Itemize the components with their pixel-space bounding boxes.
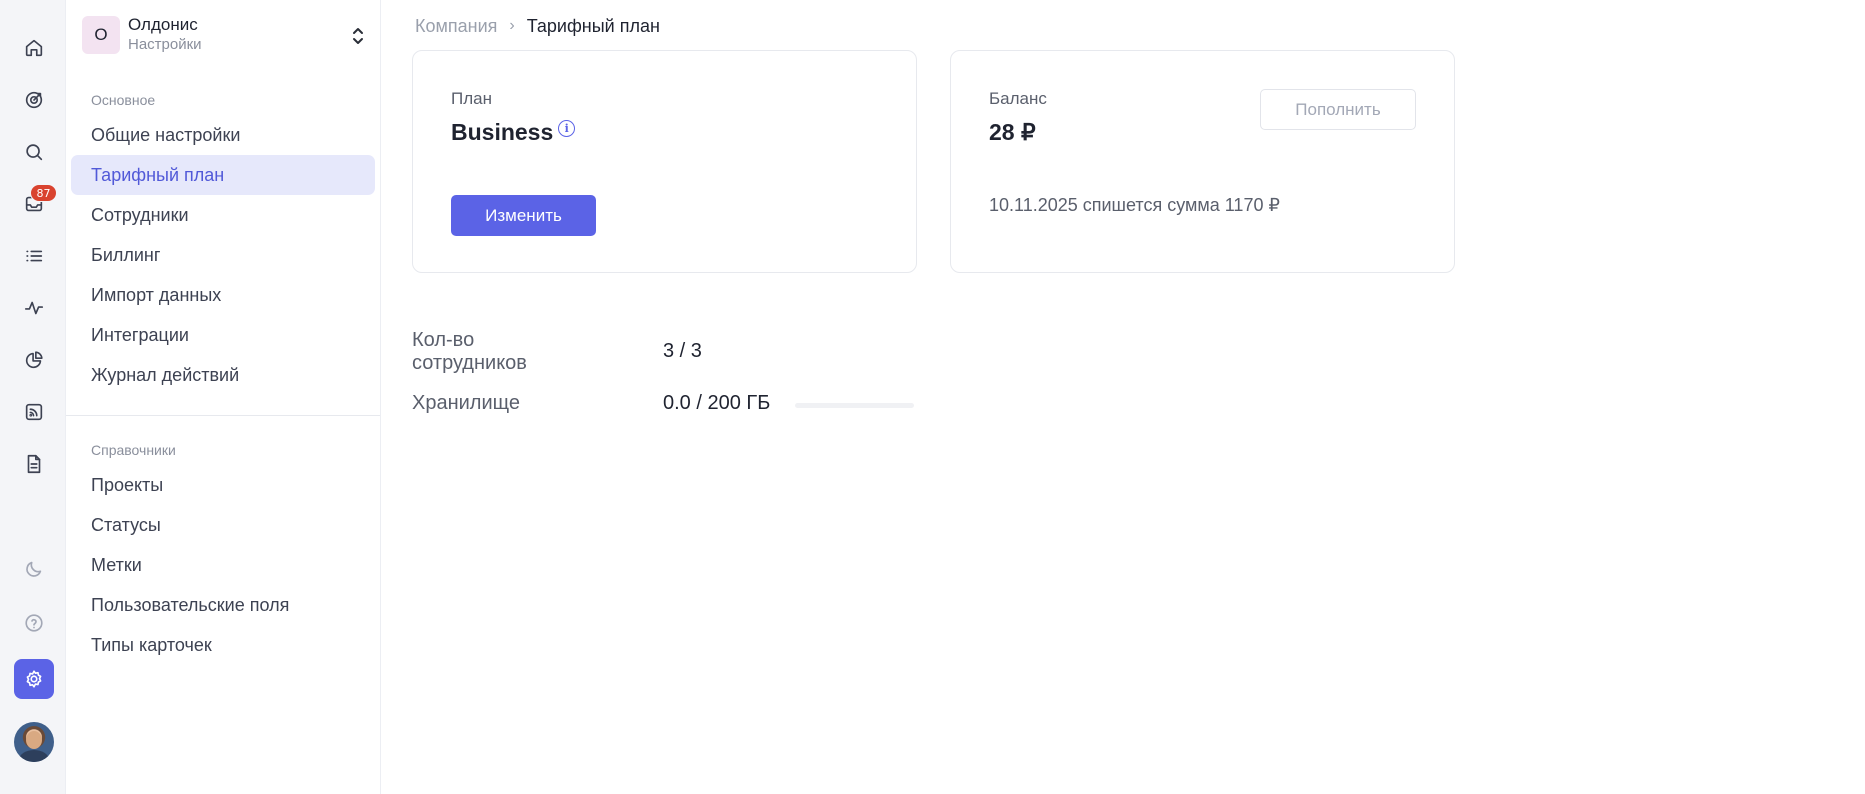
list-icon[interactable] (14, 236, 54, 276)
chevron-right-icon: › (509, 17, 515, 34)
sidebar-item-projects[interactable]: Проекты (71, 465, 375, 505)
storage-progress-bar (795, 403, 914, 408)
moon-icon[interactable] (14, 549, 54, 589)
next-charge-note: 10.11.2025 спишется сумма 1170 ₽ (989, 195, 1280, 215)
chevron-up-down-icon (350, 24, 366, 48)
settings-sidebar: О Олдонис Настройки Основное Общие настр… (66, 0, 381, 794)
sidebar-item-tags[interactable]: Метки (71, 545, 375, 585)
org-name: Олдонис (128, 15, 198, 34)
change-plan-button[interactable]: Изменить (451, 195, 596, 236)
balance-value: 28 ₽ (989, 119, 1036, 145)
inbox-count-badge: 87 (30, 184, 57, 202)
sidebar-item-audit-log[interactable]: Журнал действий (71, 355, 375, 395)
top-up-button[interactable]: Пополнить (1260, 89, 1416, 130)
plan-value-row: Business i (451, 119, 576, 146)
breadcrumb-current: Тарифный план (526, 15, 660, 36)
section-title-references: Справочники (91, 442, 176, 458)
sidebar-item-card-types[interactable]: Типы карточек (71, 625, 375, 665)
plan-name: Business (451, 119, 554, 145)
section-title-main: Основное (91, 92, 156, 108)
sidebar-item-import[interactable]: Импорт данных (71, 275, 375, 315)
sidebar-item-plan[interactable]: Тарифный план (71, 155, 375, 195)
org-switcher[interactable]: О Олдонис Настройки (82, 12, 372, 58)
plan-label: План (451, 89, 492, 108)
feed-icon[interactable] (14, 392, 54, 432)
sidebar-item-custom-fields[interactable]: Пользовательские поля (71, 585, 375, 625)
sidebar-item-employees[interactable]: Сотрудники (71, 195, 375, 235)
document-icon[interactable] (14, 444, 54, 484)
plan-card: План Business i Изменить (412, 50, 917, 273)
settings-icon[interactable] (14, 659, 54, 699)
breadcrumb: Компания › Тарифный план (415, 14, 660, 38)
info-icon[interactable]: i (558, 120, 576, 137)
org-subtitle: Настройки (128, 36, 202, 53)
employees-count-label: Кол-во сотрудников (412, 329, 527, 374)
storage-value: 0.0 / 200 ГБ (663, 392, 771, 414)
employees-count-value: 3 / 3 (663, 340, 702, 362)
avatar[interactable] (14, 722, 54, 762)
sidebar-item-billing[interactable]: Биллинг (71, 235, 375, 275)
balance-label: Баланс (989, 89, 1047, 108)
sidebar-item-statuses[interactable]: Статусы (71, 505, 375, 545)
balance-card: Баланс 28 ₽ Пополнить 10.11.2025 спишетс… (950, 50, 1455, 273)
help-icon[interactable] (14, 603, 54, 643)
target-icon[interactable] (14, 80, 54, 120)
sidebar-divider (66, 415, 380, 416)
icon-rail: 87 (0, 0, 66, 794)
sidebar-item-integrations[interactable]: Интеграции (71, 315, 375, 355)
org-avatar: О (82, 16, 120, 54)
pie-chart-icon[interactable] (14, 340, 54, 380)
search-icon[interactable] (14, 132, 54, 172)
activity-icon[interactable] (14, 288, 54, 328)
breadcrumb-company-link[interactable]: Компания (415, 16, 497, 37)
sidebar-item-general[interactable]: Общие настройки (71, 115, 375, 155)
storage-label: Хранилище (412, 392, 520, 414)
home-icon[interactable] (14, 28, 54, 68)
